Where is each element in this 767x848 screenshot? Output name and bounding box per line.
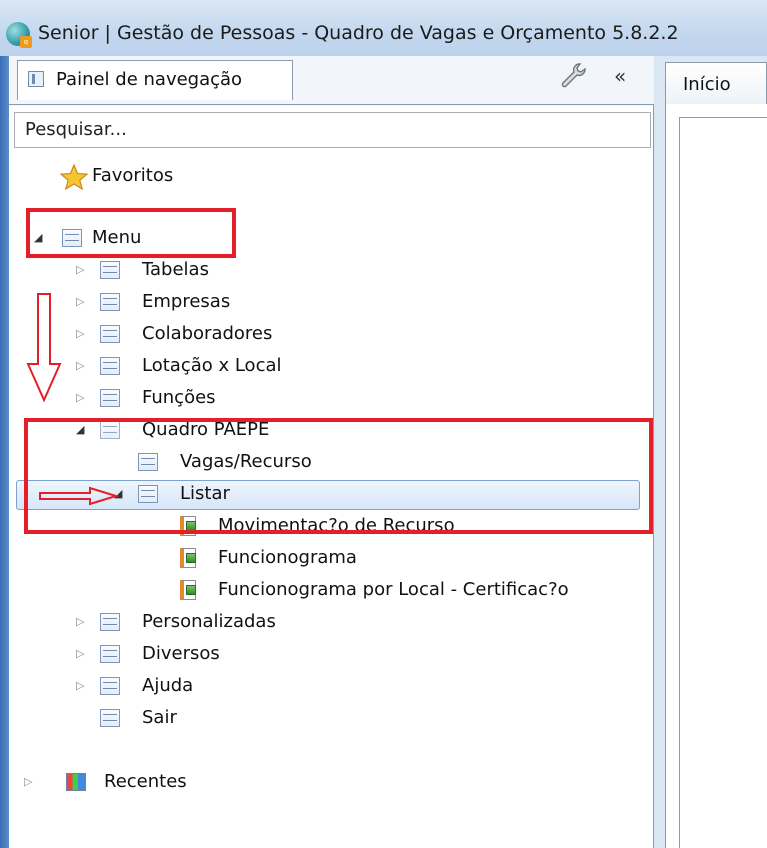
window-title-bar: α Senior | Gestão de Pessoas - Quadro de… — [0, 0, 767, 57]
panel-icon — [28, 71, 44, 87]
workspace-inner-panel — [679, 117, 767, 848]
annotation-down-arrow — [26, 293, 62, 403]
tab-inicio[interactable]: Início — [665, 62, 767, 104]
tree-item-label: Tabelas — [142, 259, 209, 280]
tree-item-ajuda[interactable]: ▷ Ajuda — [76, 672, 476, 702]
wrench-icon[interactable] — [558, 60, 588, 90]
collapsed-arrow-icon[interactable]: ▷ — [76, 392, 88, 404]
collapsed-arrow-icon[interactable]: ▷ — [76, 680, 88, 692]
tree-item-label: Ajuda — [142, 675, 194, 696]
collapsed-arrow-icon[interactable]: ▷ — [76, 328, 88, 340]
tree-item-label: Empresas — [142, 291, 231, 312]
list-icon — [100, 709, 120, 727]
report-icon — [180, 580, 196, 600]
tree-item-label: Funções — [142, 387, 216, 408]
tree-item-recentes[interactable]: ▷ Recentes — [24, 768, 424, 798]
list-icon — [100, 261, 120, 279]
panel-splitter[interactable] — [653, 104, 654, 848]
tree-item-favoritos-label: Favoritos — [92, 165, 174, 186]
tree-item-label: Personalizadas — [142, 611, 276, 632]
tree-item-label: Funcionograma — [218, 547, 357, 568]
annotation-box-menu — [26, 208, 236, 258]
tree-item-label: Colaboradores — [142, 323, 273, 344]
tree-item-label: Recentes — [104, 771, 187, 792]
collapsed-arrow-icon[interactable]: ▷ — [76, 616, 88, 628]
tree-item-funcionograma-local[interactable]: Funcionograma por Local - Certificac?o — [180, 576, 650, 606]
list-icon — [100, 677, 120, 695]
report-icon — [180, 548, 196, 568]
nav-header-divider — [9, 104, 654, 105]
tree-item-funcoes[interactable]: ▷ Funções — [76, 384, 476, 414]
list-icon — [100, 293, 120, 311]
tree-item-colaboradores[interactable]: ▷ Colaboradores — [76, 320, 476, 350]
tree-item-empresas[interactable]: ▷ Empresas — [76, 288, 476, 318]
annotation-box-quadro — [24, 418, 653, 534]
list-icon — [100, 389, 120, 407]
collapsed-arrow-icon[interactable]: ▷ — [76, 296, 88, 308]
star-icon — [60, 164, 88, 190]
tree-item-label: Sair — [142, 707, 177, 728]
tree-item-sair[interactable]: Sair — [76, 704, 476, 734]
tree-item-lotacao-local[interactable]: ▷ Lotação x Local — [76, 352, 476, 382]
tab-painel-navegacao-label: Painel de navegação — [56, 69, 243, 90]
recent-icon — [66, 773, 86, 791]
tree-item-personalizadas[interactable]: ▷ Personalizadas — [76, 608, 476, 638]
annotation-right-arrow — [39, 486, 120, 506]
tree-item-label: Funcionograma por Local - Certificac?o — [218, 579, 569, 600]
tree-item-label: Lotação x Local — [142, 355, 282, 376]
list-icon — [100, 645, 120, 663]
collapsed-arrow-icon[interactable]: ▷ — [24, 776, 36, 788]
search-input[interactable]: Pesquisar... — [14, 112, 651, 148]
tab-inicio-label: Início — [683, 74, 731, 95]
list-icon — [100, 325, 120, 343]
window-title: Senior | Gestão de Pessoas - Quadro de V… — [38, 22, 679, 44]
tree-item-favoritos[interactable]: Favoritos — [60, 162, 460, 192]
senior-app-icon: α — [6, 22, 32, 48]
collapsed-arrow-icon[interactable]: ▷ — [76, 264, 88, 276]
collapse-panel-icon[interactable]: « — [614, 64, 626, 88]
search-placeholder: Pesquisar... — [25, 119, 127, 140]
tab-painel-navegacao[interactable]: Painel de navegação — [17, 60, 293, 100]
list-icon — [100, 357, 120, 375]
tree-item-funcionograma[interactable]: Funcionograma — [180, 544, 640, 574]
tree-item-tabelas[interactable]: ▷ Tabelas — [76, 256, 476, 286]
collapsed-arrow-icon[interactable]: ▷ — [76, 648, 88, 660]
list-icon — [100, 613, 120, 631]
tree-item-diversos[interactable]: ▷ Diversos — [76, 640, 476, 670]
collapsed-arrow-icon[interactable]: ▷ — [76, 360, 88, 372]
window-left-border — [0, 56, 9, 848]
tree-item-label: Diversos — [142, 643, 220, 664]
